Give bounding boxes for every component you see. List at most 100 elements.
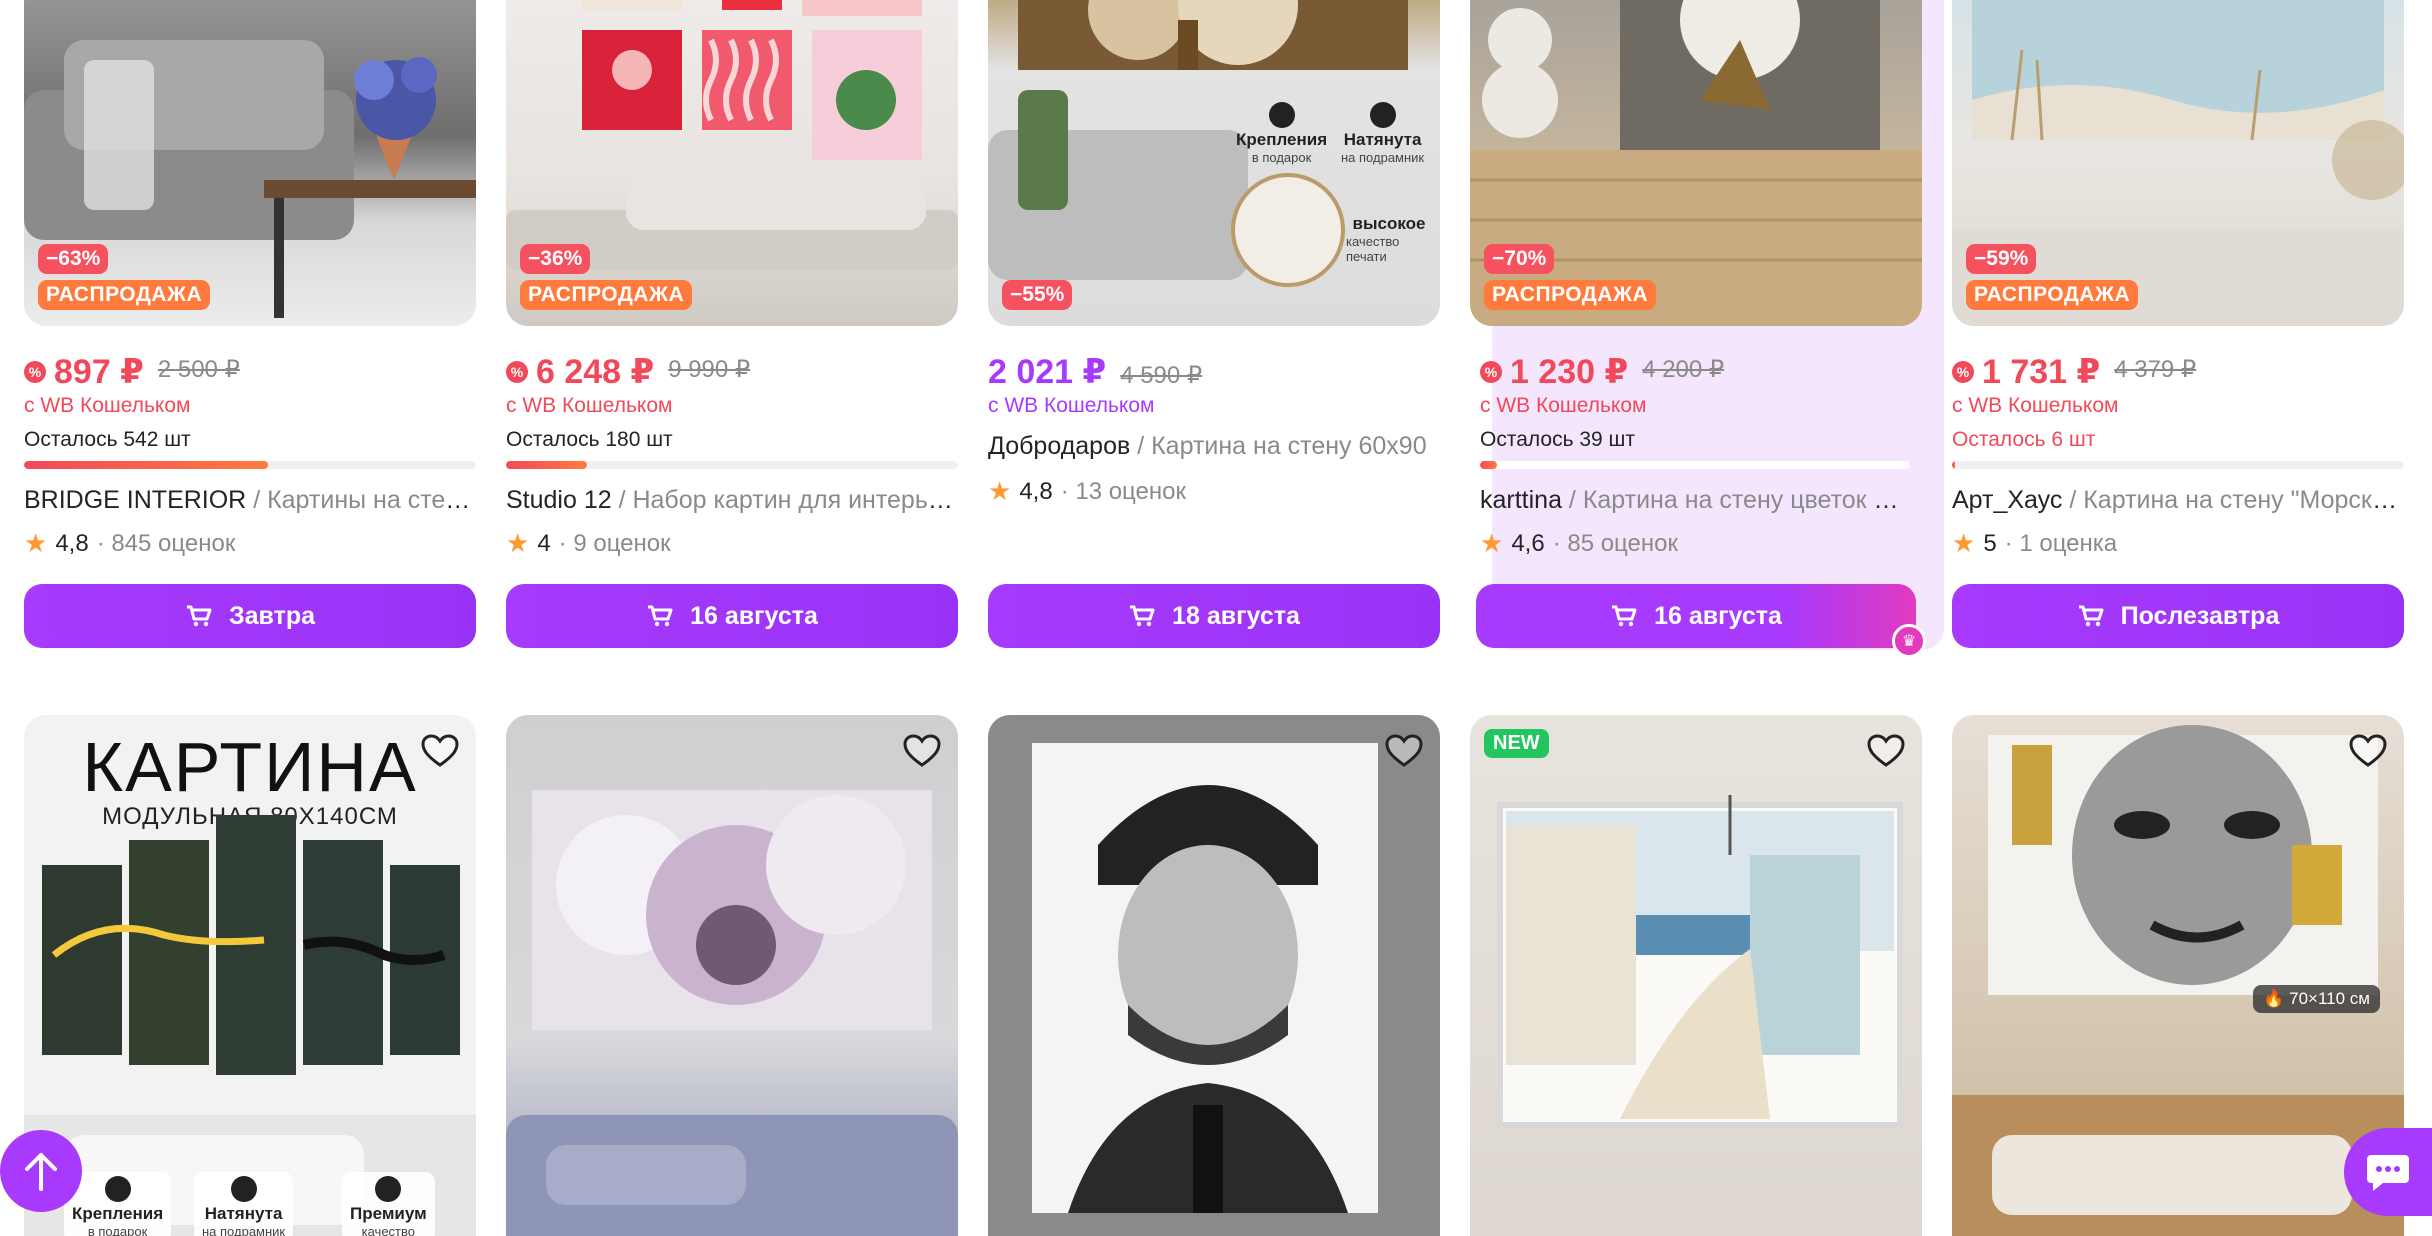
size-tag: 🔥 70×110 см bbox=[2253, 985, 2380, 1013]
cart-icon bbox=[1612, 605, 1637, 627]
face-painting-illustration bbox=[1952, 725, 2404, 1236]
product-image[interactable]: 🔥 70×110 см bbox=[1952, 715, 2404, 1236]
heart-icon bbox=[2349, 734, 2387, 767]
price: % 897 ₽ bbox=[24, 352, 144, 392]
badge-check-icon bbox=[104, 1176, 131, 1202]
product-title[interactable]: karttina / Картина на стену цветок на хо… bbox=[1480, 486, 1910, 515]
feature-premium: Премиум качество bbox=[342, 1172, 435, 1236]
star-icon: ★ bbox=[506, 528, 530, 558]
favorite-button[interactable] bbox=[900, 729, 944, 773]
crown-icon: ♛ bbox=[1892, 624, 1926, 658]
new-badge: NEW bbox=[1484, 729, 1549, 758]
wallet-label: с WB Кошельком bbox=[506, 394, 673, 417]
fire-icon: 🔥 bbox=[2263, 989, 2285, 1008]
stock-progress bbox=[1952, 461, 2404, 469]
cart-icon bbox=[1130, 605, 1155, 627]
product-image[interactable]: −63% РАСПРОДАЖА bbox=[24, 0, 476, 326]
product-image[interactable]: NEW bbox=[1470, 715, 1922, 1236]
badge-check-icon bbox=[375, 1176, 402, 1202]
stock-progress-fill bbox=[1952, 461, 1955, 469]
heart-icon bbox=[903, 734, 941, 767]
stock-progress bbox=[1480, 461, 1910, 469]
rating: ★ 4,8 · 13 оценок bbox=[988, 476, 1186, 506]
sale-badge: РАСПРОДАЖА bbox=[1966, 280, 2139, 310]
add-to-cart-button[interactable]: 16 августа ♛ bbox=[1476, 584, 1926, 658]
wallet-discount-icon: % bbox=[1952, 361, 1974, 383]
stock-progress-fill bbox=[506, 461, 588, 469]
discount-badge: −70% bbox=[1484, 244, 1555, 274]
favorite-button[interactable] bbox=[1864, 729, 1908, 773]
stock-left: Осталось 180 шт bbox=[506, 428, 673, 451]
stock-progress-fill bbox=[1480, 461, 1498, 469]
modular-panels-illustration bbox=[24, 815, 476, 1236]
stock-left: Осталось 39 шт bbox=[1480, 428, 1635, 451]
cart-icon bbox=[2078, 605, 2104, 627]
discount-badge: −59% bbox=[1966, 244, 2037, 274]
price: % 6 248 ₽ bbox=[506, 352, 654, 392]
wallet-discount-icon: % bbox=[24, 361, 46, 383]
old-price: 4 200 ₽ bbox=[1642, 356, 1725, 383]
product-image[interactable]: Крепления в подарок Натянута на подрамник … bbox=[988, 0, 1440, 326]
sale-badge: РАСПРОДАЖА bbox=[520, 280, 693, 310]
product-image[interactable] bbox=[988, 715, 1440, 1236]
add-to-cart-button[interactable]: Послезавтра bbox=[1952, 584, 2404, 648]
product-title[interactable]: Studio 12 / Набор картин для интерьера bbox=[506, 486, 958, 515]
stock-progress bbox=[506, 461, 958, 469]
frame-icon bbox=[230, 1176, 257, 1202]
stock-left: Осталось 542 шт bbox=[24, 428, 191, 451]
feature-mounts: Крепления в подарок bbox=[1228, 98, 1335, 169]
product-image[interactable]: −59% РАСПРОДАЖА bbox=[1952, 0, 2404, 326]
old-price: 4 379 ₽ bbox=[2114, 356, 2197, 383]
peony-painting-illustration bbox=[506, 790, 958, 1236]
cart-icon bbox=[648, 605, 673, 627]
star-icon: ★ bbox=[24, 528, 48, 558]
sale-badge: РАСПРОДАЖА bbox=[38, 280, 211, 310]
product-title[interactable]: Добродаров / Картина на стену 60х90 bbox=[988, 432, 1440, 461]
product-image[interactable]: КАРТИНА МОДУЛЬНАЯ 80Х140СМ Крепления в по… bbox=[24, 715, 476, 1236]
star-icon: ★ bbox=[1480, 528, 1504, 558]
star-icon: ★ bbox=[1952, 528, 1976, 558]
heart-icon bbox=[421, 734, 459, 767]
wallet-label: с WB Кошельком bbox=[1480, 394, 1647, 417]
discount-badge: −63% bbox=[38, 244, 109, 274]
product-image[interactable]: −70% РАСПРОДАЖА bbox=[1470, 0, 1922, 326]
wallet-discount-icon: % bbox=[506, 361, 528, 383]
price: % 1 230 ₽ bbox=[1480, 352, 1628, 392]
product-title[interactable]: BRIDGE INTERIOR / Картины на стену интер… bbox=[24, 486, 476, 515]
favorite-button[interactable] bbox=[1382, 729, 1426, 773]
heart-icon bbox=[1385, 734, 1423, 767]
favorite-button[interactable] bbox=[2346, 729, 2390, 773]
wallet-label: с WB Кошельком bbox=[988, 394, 1155, 417]
discount-badge: −36% bbox=[520, 244, 591, 274]
product-title[interactable]: Арт_Хаус / Картина на стену "Морской бер… bbox=[1952, 486, 2404, 515]
price: 2 021 ₽ bbox=[988, 353, 1107, 391]
favorite-button[interactable] bbox=[418, 729, 462, 773]
product-image[interactable]: −36% РАСПРОДАЖА bbox=[506, 0, 958, 326]
feature-stretched: Натянута на подрамник bbox=[194, 1172, 294, 1236]
add-to-cart-button[interactable]: 18 августа bbox=[988, 584, 1440, 648]
cart-icon bbox=[186, 605, 212, 627]
scroll-to-top-button[interactable] bbox=[0, 1130, 82, 1212]
old-price: 9 990 ₽ bbox=[668, 356, 751, 383]
stock-left: Осталось 6 шт bbox=[1952, 428, 2096, 451]
wallet-label: с WB Кошельком bbox=[1952, 394, 2119, 417]
chat-button[interactable] bbox=[2344, 1128, 2432, 1216]
rating: ★ 5 · 1 оценка bbox=[1952, 528, 2118, 558]
add-to-cart-button[interactable]: Завтра bbox=[24, 584, 476, 648]
heart-icon bbox=[1867, 734, 1905, 767]
discount-badge: −55% bbox=[1002, 280, 1073, 310]
rating: ★ 4,8 · 845 оценок bbox=[24, 528, 236, 558]
rating: ★ 4,6 · 85 оценок bbox=[1480, 528, 1678, 558]
feature-stretched: Натянута на подрамник bbox=[1333, 98, 1432, 169]
add-to-cart-button[interactable]: 16 августа bbox=[506, 584, 958, 648]
frame-icon bbox=[1369, 102, 1396, 128]
old-price: 4 590 ₽ bbox=[1120, 362, 1203, 389]
stock-progress-fill bbox=[24, 461, 269, 469]
product-image[interactable] bbox=[506, 715, 958, 1236]
price: % 1 731 ₽ bbox=[1952, 352, 2100, 392]
portrait-photo-illustration bbox=[1032, 743, 1378, 1213]
old-price: 2 500 ₽ bbox=[157, 356, 240, 383]
chat-icon bbox=[2367, 1155, 2409, 1191]
star-icon: ★ bbox=[988, 476, 1012, 506]
feature-quality: высокое качество печати bbox=[1346, 214, 1426, 264]
